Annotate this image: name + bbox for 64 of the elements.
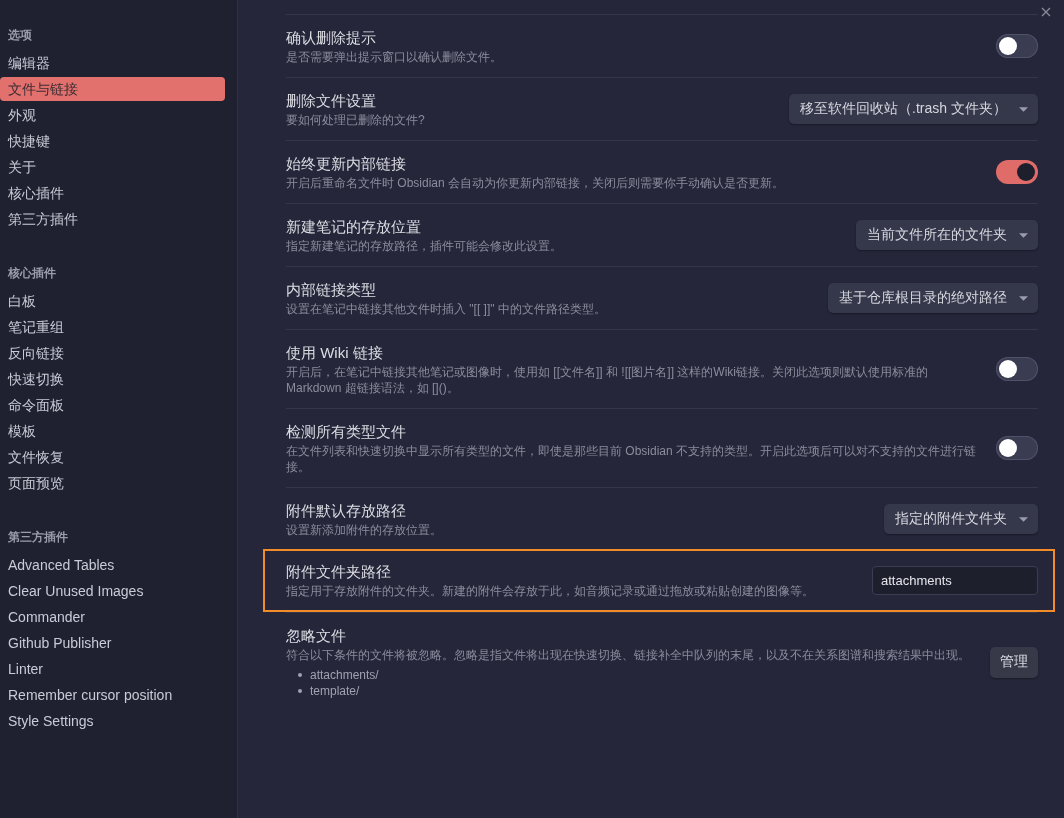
setting-description: 要如何处理已删除的文件? — [286, 112, 426, 128]
setting-name: 确认删除提示 — [286, 28, 377, 48]
sidebar-item[interactable]: 核心插件 — [0, 181, 225, 205]
section-heading: 核心插件 — [7, 265, 57, 282]
sidebar-item[interactable]: 白板 — [0, 289, 225, 313]
sidebar-item[interactable]: 笔记重组 — [0, 315, 225, 339]
sidebar-item[interactable]: 页面预览 — [0, 471, 225, 495]
setting-name: 忽略文件 — [286, 626, 347, 646]
toggle-switch[interactable] — [996, 34, 1038, 58]
setting-description: 设置在笔记中链接其他文件时插入 "[[ ]]" 中的文件路径类型。 — [286, 301, 607, 317]
setting-name: 附件默认存放路径 — [286, 501, 407, 521]
setting-description: 开启后，在笔记中链接其他笔记或图像时，使用如 [[文件名]] 和 ![[图片名]] 这样的Wiki链接。关闭此选项则默认使用标准的 Markdown 超链接语法，如 []()。 — [286, 364, 929, 396]
sidebar-item[interactable]: Remember cursor position — [0, 683, 225, 707]
toggle-switch[interactable] — [996, 160, 1038, 184]
toggle-switch[interactable] — [996, 357, 1038, 381]
setting-name: 始终更新内部链接 — [286, 154, 407, 174]
caret-icon — [1019, 295, 1028, 301]
setting-name: 附件文件夹路径 — [286, 562, 392, 582]
text-field[interactable]: attachments — [872, 565, 1038, 595]
list-item: template/ — [310, 683, 360, 699]
sidebar-item[interactable]: Linter — [0, 657, 225, 681]
setting-name: 新建笔记的存放位置 — [286, 217, 422, 237]
setting-description: 符合以下条件的文件将被忽略。忽略是指文件将出现在快速切换、链接补全中队列的末尾，以及不在关系图谱和搜索结果中出现。 — [286, 647, 971, 663]
dropdown[interactable]: 指定的附件文件夹 — [884, 504, 1038, 534]
setting-name: 使用 Wiki 链接 — [286, 343, 384, 363]
dropdown[interactable]: 移至软件回收站（.trash 文件夹） — [789, 94, 1038, 124]
sidebar-item[interactable]: 快捷键 — [0, 129, 225, 153]
close-icon[interactable] — [1041, 7, 1051, 17]
setting-name: 检测所有类型文件 — [286, 422, 407, 442]
list-item: attachments/ — [310, 667, 379, 683]
sidebar-item[interactable]: Clear Unused Images — [0, 579, 225, 603]
manage-button[interactable]: 管理 — [990, 646, 1038, 678]
sidebar-item[interactable]: 编辑器 — [0, 51, 225, 75]
setting-description: 是否需要弹出提示窗口以确认删除文件。 — [286, 49, 503, 65]
setting-description: 在文件列表和快速切换中显示所有类型的文件，即使是那些目前 Obsidian 不支持的类型。开启此选项后可以对不支持的文件进行链接。 — [286, 443, 978, 475]
sidebar-item[interactable]: Advanced Tables — [0, 553, 225, 577]
sidebar-item[interactable]: Github Publisher — [0, 631, 225, 655]
caret-icon — [1019, 232, 1028, 238]
toggle-switch[interactable] — [996, 436, 1038, 460]
setting-description: 设置新添加附件的存放位置。 — [286, 522, 443, 538]
bullet-icon — [298, 673, 302, 677]
caret-icon — [1019, 516, 1028, 522]
bullet-icon — [298, 689, 302, 693]
sidebar-item[interactable]: 第三方插件 — [0, 207, 225, 231]
section-heading: 第三方插件 — [7, 529, 69, 546]
sidebar-item[interactable]: Style Settings — [0, 709, 225, 733]
setting-description: 指定新建笔记的存放路径，插件可能会修改此设置。 — [286, 238, 563, 254]
setting-description: 指定用于存放附件的文件夹。新建的附件会存放于此，如音频记录或通过拖放或粘贴创建的图像等。 — [286, 583, 815, 599]
sidebar-item[interactable]: 文件与链接 — [0, 77, 225, 101]
sidebar-item[interactable]: 模板 — [0, 419, 225, 443]
sidebar-item[interactable]: 反向链接 — [0, 341, 225, 365]
setting-name: 内部链接类型 — [286, 280, 377, 300]
setting-description: 开启后重命名文件时 Obsidian 会自动为你更新内部链接，关闭后则需要你手动确认是否更新。 — [286, 175, 786, 191]
sidebar-item[interactable]: 命令面板 — [0, 393, 225, 417]
sidebar-item[interactable]: Commander — [0, 605, 225, 629]
dropdown[interactable]: 基于仓库根目录的绝对路径 — [828, 283, 1038, 313]
sidebar-item[interactable]: 关于 — [0, 155, 225, 179]
dropdown[interactable]: 当前文件所在的文件夹 — [856, 220, 1038, 250]
sidebar-item[interactable]: 文件恢复 — [0, 445, 225, 469]
setting-name: 删除文件设置 — [286, 91, 377, 111]
caret-icon — [1019, 106, 1028, 112]
section-heading: 选项 — [7, 27, 33, 44]
sidebar-item[interactable]: 外观 — [0, 103, 225, 127]
sidebar-item[interactable]: 快速切换 — [0, 367, 225, 391]
